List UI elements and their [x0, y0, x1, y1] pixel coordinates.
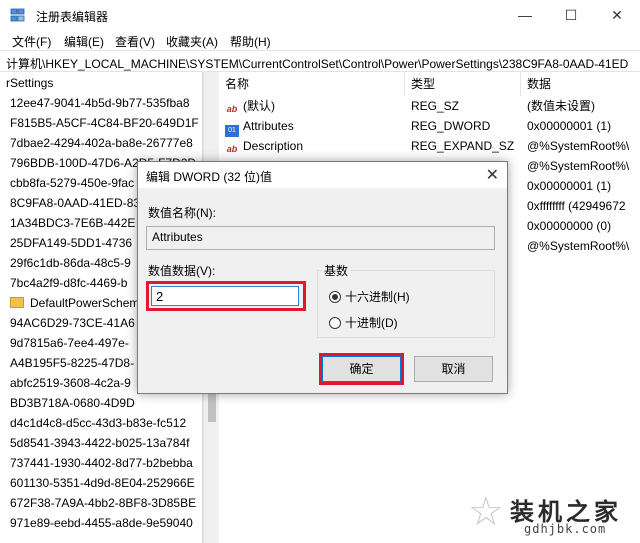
value-data: 0x00000001 (1) [527, 119, 612, 133]
value-data: @%SystemRoot%\ [527, 159, 630, 173]
cancel-button[interactable]: 取消 [414, 356, 493, 382]
string-value-icon: ab [226, 144, 238, 154]
site-watermark: ☆ 装机之家 gdhjbk.com [468, 488, 640, 543]
menu-favorites[interactable]: 收藏夹(A) [166, 33, 218, 50]
column-header-name[interactable]: 名称 [219, 72, 405, 96]
registry-editor-icon [10, 8, 25, 22]
radio-hex-label: 十六进制(H) [345, 290, 410, 304]
window-title: 注册表编辑器 [36, 10, 109, 24]
tree-item[interactable]: 971e89-eebd-4455-a8de-9e59040 [10, 514, 193, 533]
dialog-close-icon[interactable]: ✕ [486, 165, 499, 185]
maximize-button[interactable]: ☐ [548, 0, 594, 30]
value-row[interactable]: 01 Attributes REG_DWORD 0x00000001 (1) [219, 116, 640, 137]
tree-item[interactable]: 25DFA149-5DD1-4736 [10, 234, 132, 253]
column-header-data[interactable]: 数据 [521, 72, 640, 96]
value-name-label: 数值名称(N): [148, 206, 216, 220]
menu-file[interactable]: 文件(F) [12, 33, 51, 50]
tree-item[interactable]: cbb8fa-5279-450e-9fac [10, 174, 134, 193]
value-data-input[interactable] [151, 286, 299, 306]
value-data: 0x00000000 (0) [527, 219, 612, 233]
tree-item[interactable]: d4c1d4c8-d5cc-43d3-b83e-fc512 [10, 414, 186, 433]
address-bar[interactable]: 计算机\HKEY_LOCAL_MACHINE\SYSTEM\CurrentCon… [0, 50, 640, 72]
radio-hexadecimal[interactable]: 十六进制(H) [329, 288, 410, 305]
value-name: (默认) [243, 99, 275, 113]
string-value-icon: ab [226, 104, 238, 114]
tree-item[interactable]: 7bc4a2f9-d8fc-4469-b [10, 274, 127, 293]
tree-item[interactable]: 9d7815a6-7ee4-497e- [10, 334, 129, 353]
tree-item[interactable]: 1A34BDC3-7E6B-442E [10, 214, 135, 233]
value-data: (数值未设置) [527, 99, 595, 113]
window-titlebar: 注册表编辑器 — ☐ ✕ [0, 0, 640, 30]
tree-item[interactable]: F815B5-A5CF-4C84-BF20-649D1F [10, 114, 199, 133]
radio-decimal[interactable]: 十进制(D) [329, 314, 398, 331]
tree-item[interactable]: 737441-1930-4402-8d77-b2bebba [10, 454, 193, 473]
menu-edit[interactable]: 编辑(E) [64, 33, 104, 50]
dialog-title: 编辑 DWORD (32 位)值 [146, 170, 273, 184]
base-group-title: 基数 [322, 262, 351, 279]
value-name-field: Attributes [146, 226, 495, 250]
menu-bar: 文件(F) 编辑(E) 查看(V) 收藏夹(A) 帮助(H) [0, 30, 640, 50]
tree-item[interactable]: rSettings [6, 74, 53, 93]
value-name: Attributes [243, 119, 294, 133]
value-type: REG_SZ [411, 99, 460, 113]
edit-dword-dialog: 编辑 DWORD (32 位)值 ✕ 数值名称(N): Attributes 数… [137, 161, 508, 394]
radio-checked-icon[interactable] [329, 291, 341, 303]
value-data: @%SystemRoot%\ [527, 239, 630, 253]
tree-item[interactable]: 29f6c1db-86da-48c5-9 [10, 254, 131, 273]
folder-icon [10, 297, 24, 308]
tree-item-label: DefaultPowerScheme [30, 296, 147, 310]
menu-view[interactable]: 查看(V) [115, 33, 155, 50]
tree-item[interactable]: 5d8541-3943-4422-b025-13a784f [10, 434, 190, 453]
value-name: Description [243, 139, 304, 153]
tree-item[interactable]: BD3B718A-0680-4D9D [10, 394, 135, 413]
tree-item[interactable]: 7dbae2-4294-402a-ba8e-26777e8 [10, 134, 193, 153]
close-button[interactable]: ✕ [594, 0, 640, 30]
value-type: REG_EXPAND_SZ [411, 139, 515, 153]
value-data: 0xffffffff (42949672 [527, 199, 626, 213]
tree-item-default-power-scheme[interactable]: DefaultPowerScheme [10, 294, 146, 313]
value-data: @%SystemRoot%\ [527, 139, 630, 153]
watermark-url: gdhjbk.com [524, 522, 607, 536]
tree-item[interactable]: A4B195F5-8225-47D8- [10, 354, 134, 373]
value-row[interactable]: ab Description REG_EXPAND_SZ @%SystemRoot… [219, 136, 640, 156]
value-data-highlight [146, 281, 306, 311]
tree-item[interactable]: 672F38-7A9A-4bb2-8BF8-3D85BE [10, 494, 196, 513]
minimize-button[interactable]: — [502, 0, 548, 30]
tree-item[interactable]: 8C9FA8-0AAD-41ED-83 [10, 194, 140, 213]
radio-dec-label: 十进制(D) [345, 316, 398, 330]
tree-item[interactable]: 94AC6D29-73CE-41A6 [10, 314, 135, 333]
value-data-label: 数值数据(V): [148, 264, 216, 278]
menu-help[interactable]: 帮助(H) [230, 33, 271, 50]
dialog-titlebar: 编辑 DWORD (32 位)值 ✕ [138, 162, 507, 188]
address-path[interactable]: 计算机\HKEY_LOCAL_MACHINE\SYSTEM\CurrentCon… [6, 55, 628, 72]
star-icon: ☆ [468, 490, 504, 534]
value-row[interactable]: ab (默认) REG_SZ (数值未设置) [219, 96, 640, 116]
value-type: REG_DWORD [411, 119, 491, 133]
ok-button[interactable]: 确定 [322, 356, 401, 382]
tree-item[interactable]: 12ee47-9041-4b5d-9b77-535fba8 [10, 94, 190, 113]
column-header-type[interactable]: 类型 [405, 72, 521, 96]
radio-unchecked-icon[interactable] [329, 317, 341, 329]
value-data: 0x00000001 (1) [527, 179, 612, 193]
tree-item[interactable]: 601130-5351-4d9d-8E04-252966E [10, 474, 195, 493]
tree-item[interactable]: abfc2519-3608-4c2a-9 [10, 374, 131, 393]
